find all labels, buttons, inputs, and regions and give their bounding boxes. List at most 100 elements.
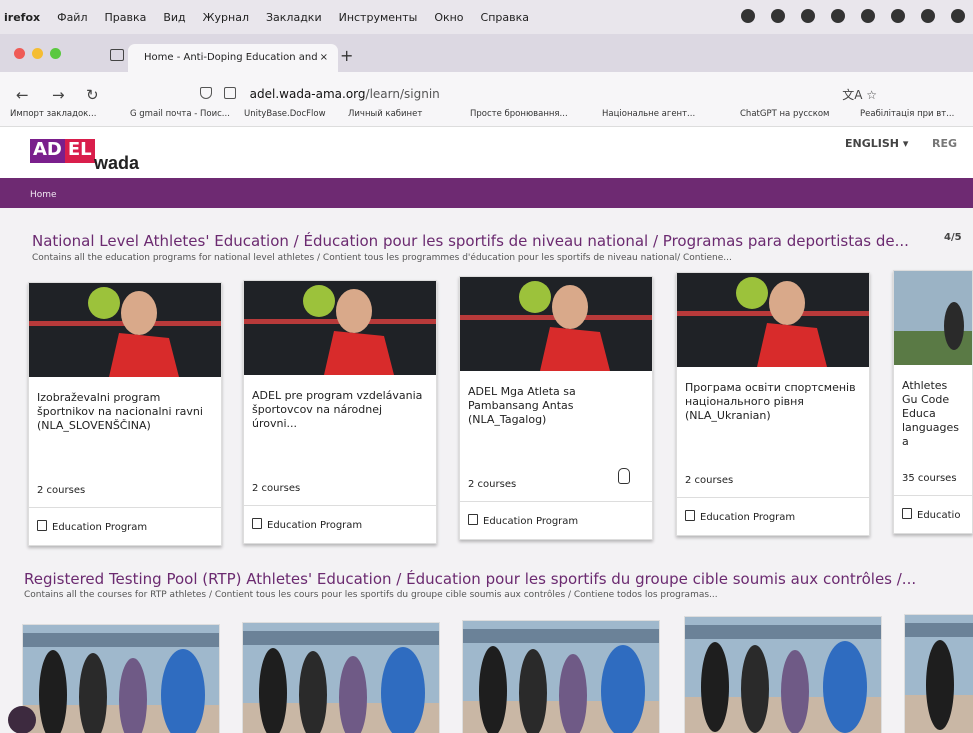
program-card[interactable]: ADEL Mga Atleta sa Pambansang Antas (NLA… [459, 276, 653, 540]
status-icon-5[interactable] [861, 9, 875, 23]
section-subtitle: Contains all the courses for RTP athlete… [24, 590, 718, 600]
back-icon[interactable]: ← [16, 86, 29, 104]
program-card[interactable]: Програма освіти спортсменів національног… [676, 272, 870, 536]
menubar: irefox Файл Правка Вид Журнал Закладки И… [0, 0, 973, 34]
register-link[interactable]: REG [932, 137, 957, 150]
tab-close-icon[interactable]: × [320, 44, 328, 72]
athlete-photo [244, 281, 436, 375]
section-subtitle: Contains all the education programs for … [32, 253, 732, 263]
menu-file[interactable]: Файл [57, 11, 87, 24]
forward-icon[interactable]: → [52, 86, 65, 104]
site-header: AD EL wada ENGLISH ▾ REG [0, 126, 973, 179]
rtp-card[interactable] [22, 624, 220, 733]
card-type-label: Education Program [483, 516, 579, 527]
new-tab-button[interactable]: + [340, 46, 353, 65]
rtp-card[interactable] [462, 620, 660, 733]
rtp-card[interactable] [904, 614, 973, 733]
menu-help[interactable]: Справка [481, 11, 529, 24]
document-icon [902, 508, 912, 519]
bluetooth-icon[interactable] [831, 9, 845, 23]
card-course-count: 35 courses [902, 473, 957, 484]
card-type: Education Program [252, 518, 362, 531]
adel-logo[interactable]: AD EL [30, 139, 95, 163]
card-divider [677, 497, 869, 498]
shield-icon [200, 87, 212, 99]
card-course-count: 2 courses [37, 485, 86, 496]
athlete-photo [677, 273, 869, 367]
reload-icon[interactable]: ↻ [86, 86, 99, 104]
breadcrumb-home[interactable]: Home [30, 190, 57, 200]
program-card[interactable]: Athletes Gu Code Educa languages a 35 co… [893, 270, 973, 534]
carousel-counter: 4/5 [944, 232, 962, 243]
status-icon-6[interactable] [891, 9, 905, 23]
card-type: Education Program [468, 514, 578, 527]
section-title: Registered Testing Pool (RTP) Athletes' … [24, 570, 917, 588]
tab-bar: Home - Anti-Doping Education and × + [0, 34, 973, 72]
screen: irefox Файл Правка Вид Журнал Закладки И… [0, 0, 973, 733]
card-type-label: Education Program [52, 522, 148, 533]
rtp-athletes-photo [463, 621, 659, 733]
bookmark-item[interactable]: Просте бронювання... [470, 109, 568, 119]
zoom-window-icon[interactable] [50, 48, 61, 59]
url-bar[interactable]: adel.wada-ama.org/learn/signin [200, 87, 440, 101]
card-divider [894, 495, 972, 496]
card-title: Програма освіти спортсменів національног… [685, 381, 856, 422]
battery-icon[interactable] [921, 9, 935, 23]
athletes-photo [894, 271, 972, 365]
bookmark-item[interactable]: Импорт закладок... [10, 109, 96, 119]
document-icon [468, 514, 478, 525]
menu-bookmarks[interactable]: Закладки [266, 11, 322, 24]
card-image [29, 283, 221, 377]
menu-app-name[interactable]: irefox [4, 11, 40, 24]
card-course-count: 2 courses [252, 483, 301, 494]
language-label: ENGLISH [845, 137, 899, 150]
bookmark-item[interactable]: Національне агент... [602, 109, 695, 119]
card-image [677, 273, 869, 367]
rtp-card[interactable] [242, 622, 440, 733]
menu-tools[interactable]: Инструменты [339, 11, 418, 24]
card-course-count: 2 courses [685, 475, 734, 486]
language-selector[interactable]: ENGLISH ▾ [845, 137, 908, 150]
bookmark-item[interactable]: ChatGPT на русском [740, 109, 829, 119]
url-host: adel.wada-ama.org [249, 87, 366, 101]
translate-icon[interactable]: 文A ☆ [842, 86, 877, 103]
menu-history[interactable]: Журнал [203, 11, 249, 24]
athlete-photo [29, 283, 221, 377]
status-icon-1[interactable] [741, 9, 755, 23]
program-card[interactable]: Izobraževalni program športnikov na naci… [28, 282, 222, 546]
card-type-label: Education Program [267, 520, 363, 531]
wifi-icon[interactable] [951, 9, 965, 23]
status-icon-2[interactable] [771, 9, 785, 23]
adel-logo-part-a: AD [30, 139, 65, 163]
menu-edit[interactable]: Правка [104, 11, 146, 24]
menu-view[interactable]: Вид [163, 11, 185, 24]
minimize-window-icon[interactable] [32, 48, 43, 59]
card-type-label: Educatio [917, 510, 961, 521]
card-divider [244, 505, 436, 506]
rtp-card[interactable] [684, 616, 882, 733]
card-divider [29, 507, 221, 508]
adel-logo-part-b: EL [64, 139, 95, 163]
bookmark-item[interactable]: Реабілітація при вт... [860, 109, 954, 119]
close-window-icon[interactable] [14, 48, 25, 59]
card-image [894, 271, 972, 365]
bookmark-item[interactable]: Личный кабинет [348, 109, 422, 119]
card-title: Izobraževalni program športnikov na naci… [37, 391, 203, 432]
program-card[interactable]: ADEL pre program vzdelávania športovcov … [243, 280, 437, 544]
chevron-down-icon: ▾ [902, 137, 909, 150]
rtp-athletes-photo [23, 625, 219, 733]
document-icon [252, 518, 262, 529]
tab-home[interactable]: Home - Anti-Doping Education and × [128, 44, 338, 72]
card-type: Education Program [37, 520, 147, 533]
card-course-count: 2 courses [468, 479, 517, 490]
bookmark-item[interactable]: G gmail почта - Поис... [130, 109, 230, 119]
card-type-label: Education Program [700, 512, 796, 523]
menu-window[interactable]: Окно [434, 11, 463, 24]
accessibility-icon[interactable] [8, 706, 36, 733]
rtp-athletes-photo [243, 623, 439, 733]
bookmark-item[interactable]: UnityBase.DocFlow [244, 109, 326, 119]
wada-logo[interactable]: wada [94, 153, 139, 174]
hand-cursor-icon [618, 468, 630, 484]
tab-overview-icon[interactable] [110, 49, 124, 61]
status-icon-3[interactable] [801, 9, 815, 23]
